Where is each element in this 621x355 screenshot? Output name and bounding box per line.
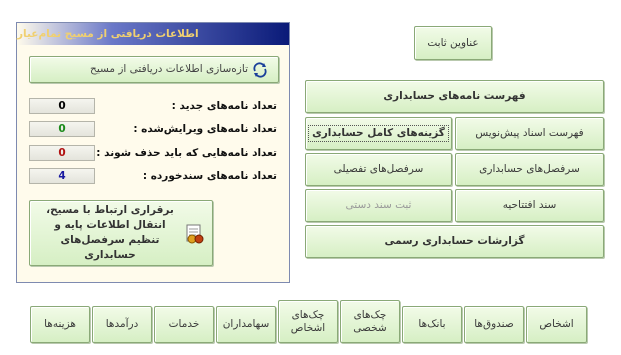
cash-boxes-button[interactable]: صندوق‌ها — [464, 306, 524, 343]
fixed-titles-button[interactable]: عناوین ثابت — [414, 26, 492, 60]
sync-with-masih-button[interactable]: برقراری ارتباط با مسیح، انتقال اطلاعات پ… — [29, 200, 213, 266]
banks-button[interactable]: بانک‌ها — [402, 306, 462, 343]
documented-letters-count: 4 — [29, 168, 95, 184]
new-letters-label: تعداد نامه‌های جدید : — [171, 100, 277, 112]
shareholders-button[interactable]: سهامداران — [216, 306, 276, 343]
persons-button[interactable]: اشخاص — [526, 306, 587, 343]
fixed-titles-label: عناوین ثابت — [427, 36, 479, 49]
expenses-button[interactable]: هزینه‌ها — [30, 306, 90, 343]
edited-letters-count: 0 — [29, 121, 95, 137]
incomes-button[interactable]: درآمدها — [92, 306, 152, 343]
to-delete-letters-count: 0 — [29, 145, 95, 161]
sync-label: برقراری ارتباط با مسیح، انتقال اطلاعات پ… — [46, 204, 174, 261]
draft-documents-list-button[interactable]: فهرست اسناد پیش‌نویس — [455, 117, 604, 150]
accounting-letters-list-button[interactable]: فهرست نامه‌های حسابداری — [305, 80, 604, 113]
sync-icon — [184, 223, 206, 245]
opening-document-button[interactable]: سند افتتاحیه — [455, 189, 604, 222]
persons-cheques-button[interactable]: چک‌های اشخاص — [278, 300, 338, 343]
edited-letters-label: تعداد نامه‌های ویرایش‌شده : — [133, 123, 277, 135]
accounting-options-button[interactable]: گزینه‌های کامل حسابداری — [305, 117, 452, 150]
accounting-ledger-heads-button[interactable]: سرفصل‌های حسابداری — [455, 153, 604, 186]
detailed-ledger-heads-button[interactable]: سرفصل‌های تفصیلی — [305, 153, 452, 186]
manual-document-entry-button[interactable]: ثبت سند دستی — [305, 189, 452, 222]
new-letters-count: 0 — [29, 98, 95, 114]
refresh-button[interactable]: تازه‌سازی اطلاعات دریافتی از مسیح — [29, 56, 279, 83]
official-accounting-reports-button[interactable]: گزارشات حسابداری رسمی — [305, 225, 604, 258]
to-delete-letters-label: تعداد نامه‌هایی که باید حذف شوند : — [96, 147, 277, 159]
refresh-icon — [252, 62, 268, 78]
panel-title: اطلاعات دریافتی از مسیح تمام‌عیار — [17, 23, 289, 45]
documented-letters-label: تعداد نامه‌های سندخورده : — [142, 170, 277, 182]
personal-cheques-button[interactable]: چک‌های شخصی — [340, 300, 400, 343]
refresh-label: تازه‌سازی اطلاعات دریافتی از مسیح — [90, 63, 248, 75]
services-button[interactable]: خدمات — [154, 306, 214, 343]
received-info-panel: اطلاعات دریافتی از مسیح تمام‌عیار تازه‌س… — [16, 22, 290, 283]
